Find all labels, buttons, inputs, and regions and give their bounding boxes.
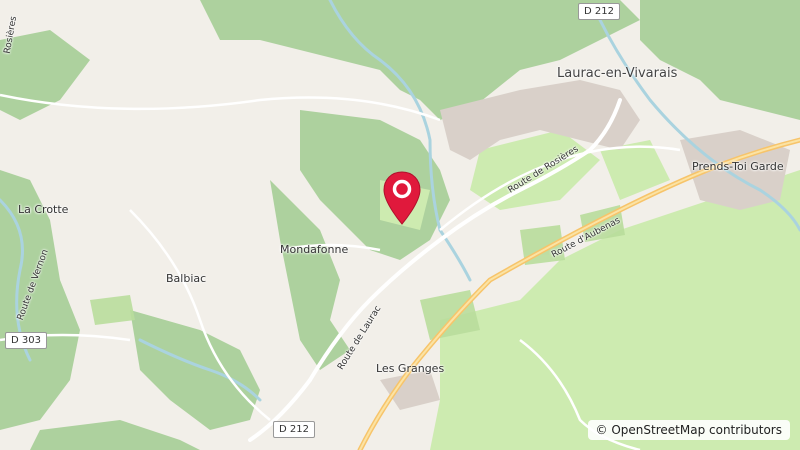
place-la-crotte: La Crotte — [18, 203, 69, 216]
road-shield-d212-bottom: D 212 — [273, 421, 315, 438]
map-canvas[interactable]: Laurac-en-Vivarais Prends-Toi Garde La C… — [0, 0, 800, 450]
place-laurac-en-vivarais: Laurac-en-Vivarais — [557, 66, 678, 81]
location-marker-icon[interactable] — [382, 170, 422, 226]
place-prends-toi-garde: Prends-Toi Garde — [692, 160, 784, 173]
road-shield-d303: D 303 — [5, 332, 47, 349]
place-balbiac: Balbiac — [166, 272, 207, 285]
place-mondafonne: Mondafonne — [280, 243, 349, 256]
map-attribution[interactable]: © OpenStreetMap contributors — [587, 420, 790, 440]
road-shield-d212-top: D 212 — [578, 3, 620, 20]
place-les-granges: Les Granges — [376, 362, 445, 375]
